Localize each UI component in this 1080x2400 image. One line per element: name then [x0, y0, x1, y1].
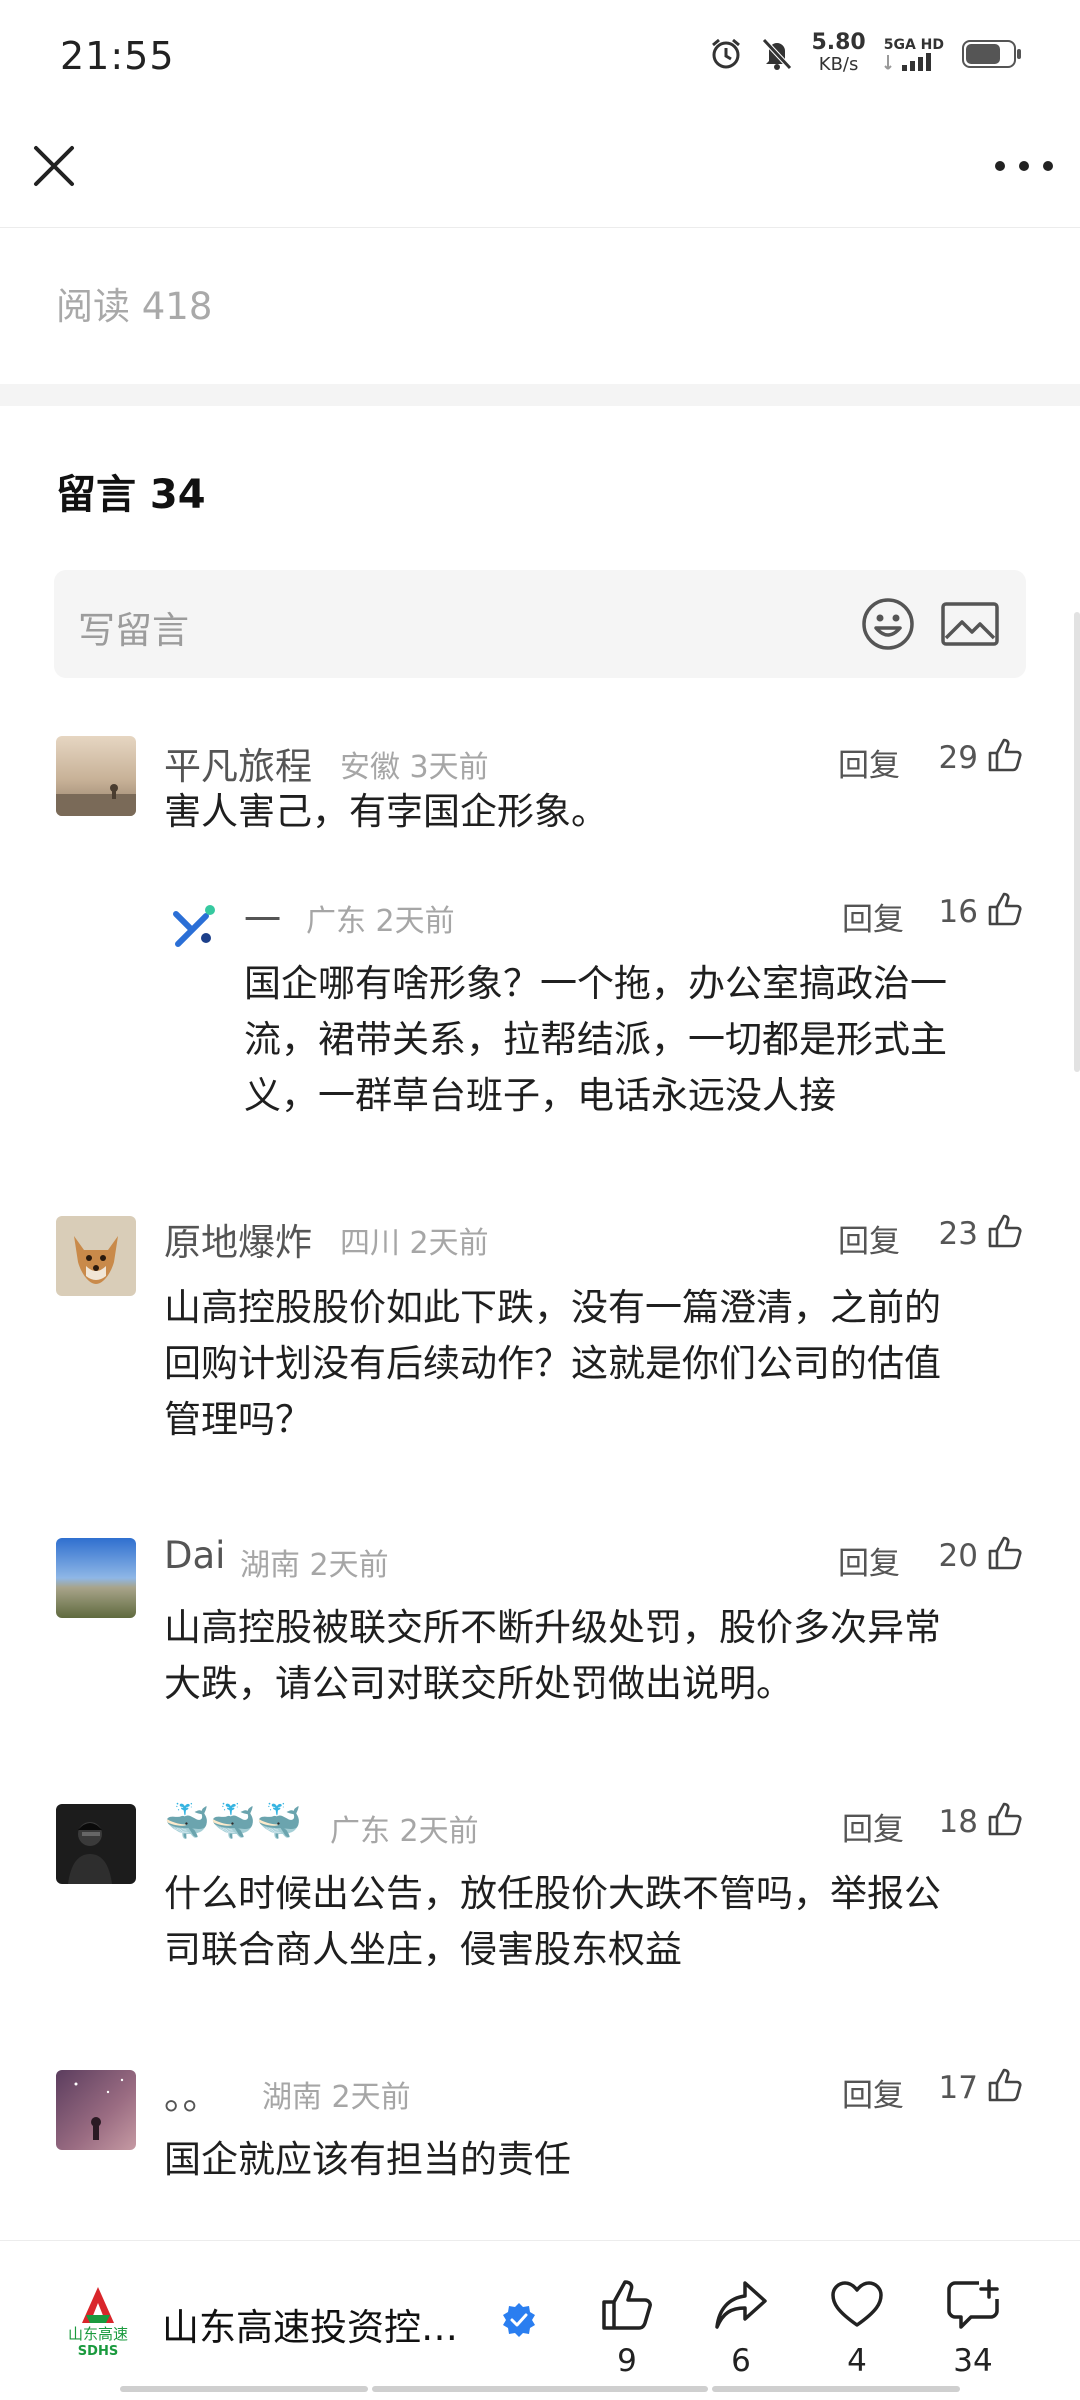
- share-action[interactable]: 6: [696, 2277, 786, 2379]
- account-logo[interactable]: 山东高速 SDHS: [60, 2285, 136, 2359]
- comment-text-line: 山高控股被联交所不断升级处罚，股价多次异常: [164, 1606, 941, 1649]
- comment-meta: 湖南 2天前: [240, 1548, 389, 1583]
- article-comments-page: 21:55 5.80 KB/s 5GA HD 阅读 418 留言 34 写留言 …: [0, 0, 1080, 2400]
- reply-button[interactable]: 回复: [838, 740, 900, 785]
- reply-text-line: 国企哪有啥形象？一个拖，办公室搞政治一: [244, 962, 947, 1005]
- share-count: 6: [731, 2343, 751, 2379]
- emoji-button[interactable]: [860, 596, 916, 652]
- emoji-icon: [862, 598, 914, 650]
- comment-text-line: 国企就应该有担当的责任: [164, 2138, 571, 2181]
- favorite-action[interactable]: 4: [812, 2277, 902, 2379]
- like-action[interactable]: 9: [582, 2277, 672, 2379]
- status-icons: 5.80 KB/s 5GA HD: [709, 32, 1022, 76]
- comment-text: 害人害己，有孛国企形象。: [164, 790, 608, 833]
- like-count-total: 9: [617, 2343, 637, 2379]
- avatar[interactable]: [56, 736, 136, 816]
- reply-meta: 广东 2天前: [306, 904, 455, 939]
- avatar[interactable]: [56, 2070, 136, 2150]
- thumbs-up-icon[interactable]: [986, 736, 1024, 774]
- section-divider: [0, 384, 1080, 406]
- avatar[interactable]: [56, 1804, 136, 1884]
- home-indicator-segment: [712, 2386, 960, 2392]
- commenter-name[interactable]: Dai: [164, 1534, 225, 1577]
- comment-text-line: 大跌，请公司对联交所处罚做出说明。: [164, 1662, 793, 1705]
- close-icon: [34, 146, 74, 186]
- comments-title: 留言 34: [56, 472, 206, 518]
- net-speed-unit: KB/s: [818, 54, 859, 75]
- image-button[interactable]: [940, 598, 1000, 650]
- reply-button[interactable]: 回复: [838, 1538, 900, 1583]
- signal-indicator: 5GA HD: [884, 37, 944, 71]
- signal-icon: [884, 53, 936, 71]
- thumbs-up-icon[interactable]: [986, 2066, 1024, 2104]
- scrollbar-thumb[interactable]: [1074, 612, 1080, 1072]
- more-button[interactable]: [990, 138, 1058, 194]
- net-speed: 5.80 KB/s: [811, 32, 865, 76]
- comment-add-icon: [947, 2279, 999, 2329]
- verified-badge-icon: [503, 2303, 535, 2337]
- share-icon: [715, 2281, 767, 2329]
- image-icon: [941, 602, 999, 646]
- reply-text-line: 义，一群草台班子，电话永远没人接: [244, 1074, 836, 1117]
- comment-meta: 广东 2天前: [330, 1814, 479, 1849]
- status-time: 21:55: [60, 34, 175, 78]
- status-bar: 21:55 5.80 KB/s 5GA HD: [0, 0, 1080, 116]
- write-comment-box[interactable]: 写留言: [54, 570, 1026, 678]
- net-speed-value: 5.80: [811, 30, 866, 55]
- thumbs-up-icon: [602, 2280, 652, 2330]
- commenter-name[interactable]: 平凡旅程: [164, 736, 312, 790]
- comment-text-line: 司联合商人坐庄，侵害股东权益: [164, 1928, 682, 1971]
- mute-icon: [761, 37, 793, 71]
- like-count: 20: [938, 1538, 978, 1574]
- like-count: 17: [938, 2070, 978, 2106]
- like-count: 23: [938, 1216, 978, 1252]
- close-button[interactable]: [26, 138, 82, 194]
- like-count: 29: [938, 740, 978, 776]
- commenter-name[interactable]: 原地爆炸: [164, 1212, 312, 1266]
- logo-subtext: SDHS: [78, 2344, 118, 2357]
- top-nav: [0, 116, 1080, 228]
- alarm-icon: [709, 37, 743, 71]
- thumbs-up-icon[interactable]: [986, 1212, 1024, 1250]
- like-count: 18: [938, 1804, 978, 1840]
- comment-meta: 安徽 3天前: [340, 750, 489, 785]
- write-comment-placeholder: 写留言: [78, 609, 189, 652]
- comment-text-line: 回购计划没有后续动作？这就是你们公司的估值: [164, 1342, 941, 1385]
- commenter-name[interactable]: 。。: [164, 2066, 220, 2120]
- avatar[interactable]: [56, 1216, 136, 1296]
- comment-meta: 四川 2天前: [340, 1226, 489, 1261]
- reply-button[interactable]: 回复: [838, 1216, 900, 1261]
- reply-avatar[interactable]: [164, 894, 228, 958]
- read-count: 阅读 418: [56, 285, 213, 328]
- logo-text: 山东高速: [68, 2325, 128, 2343]
- commenter-name[interactable]: 🐳🐳🐳: [164, 1800, 302, 1844]
- account-name[interactable]: 山东高速投资控…: [162, 2297, 458, 2351]
- comment-text-line: 山高控股股价如此下跌，没有一篇澄清，之前的: [164, 1286, 941, 1329]
- comment-action[interactable]: 34: [928, 2277, 1018, 2379]
- battery-icon: [962, 38, 1022, 70]
- more-dots-icon: [995, 161, 1053, 171]
- thumbs-up-icon[interactable]: [986, 1800, 1024, 1838]
- favorite-count: 4: [847, 2343, 867, 2379]
- home-indicator-segment: [372, 2386, 708, 2392]
- network-label: 5GA HD: [883, 37, 944, 53]
- avatar[interactable]: [56, 1538, 136, 1618]
- comment-count: 34: [953, 2343, 993, 2379]
- home-indicator-segment: [120, 2386, 368, 2392]
- thumbs-up-icon[interactable]: [986, 890, 1024, 928]
- comment-text-line: 管理吗？: [164, 1398, 312, 1441]
- thumbs-up-icon[interactable]: [986, 1534, 1024, 1572]
- reply-button[interactable]: 回复: [842, 2070, 904, 2115]
- comment-meta: 湖南 2天前: [262, 2080, 411, 2115]
- bottom-bar: 山东高速 SDHS 山东高速投资控… 9 6 4 34: [0, 2240, 1080, 2400]
- heart-icon: [831, 2281, 883, 2327]
- like-count: 16: [938, 894, 978, 930]
- reply-commenter-name[interactable]: 一: [244, 890, 281, 944]
- reply-text-line: 流，裙带关系，拉帮结派，一切都是形式主: [244, 1018, 947, 1061]
- comment-text-line: 什么时候出公告，放任股价大跌不管吗，举报公: [164, 1872, 941, 1915]
- reply-button[interactable]: 回复: [842, 1804, 904, 1849]
- reply-button[interactable]: 回复: [842, 894, 904, 939]
